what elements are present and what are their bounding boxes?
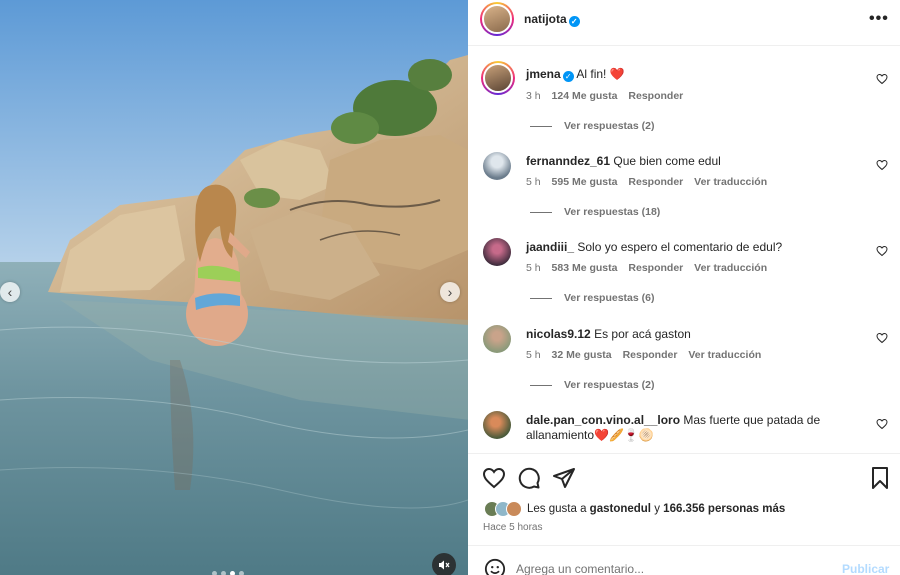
reply-button[interactable]: Responder	[623, 349, 678, 361]
comment-likes[interactable]: 595 Me gusta	[552, 176, 618, 188]
mute-toggle-button[interactable]	[432, 553, 456, 575]
post-actions: Les gusta a gastonedul y 166.356 persona…	[468, 453, 900, 545]
likes-text: Les gusta a gastonedul y 166.356 persona…	[527, 503, 786, 515]
next-slide-button[interactable]: ›	[440, 282, 460, 302]
carousel-dot	[221, 571, 226, 575]
translate-button[interactable]: Ver traducción	[688, 349, 761, 361]
comment-text: jaandiii_ Solo yo espero el comentario d…	[526, 240, 861, 255]
emoji-button[interactable]	[484, 558, 506, 575]
replies-divider	[530, 297, 552, 299]
add-comment-bar: Publicar	[468, 545, 900, 575]
chevron-right-icon: ›	[447, 284, 453, 300]
bookmark-icon	[872, 467, 888, 489]
comment-meta: 5 h 583 Me gusta Responder Ver traducció…	[526, 262, 775, 274]
more-options-button[interactable]: •••	[869, 10, 889, 28]
other-likers-link[interactable]: 166.356 personas más	[663, 503, 785, 515]
publish-button[interactable]: Publicar	[842, 562, 889, 575]
owner-username[interactable]: natijota ✓	[524, 12, 580, 27]
owner-avatar[interactable]	[480, 2, 514, 36]
media-image	[0, 0, 468, 575]
comment-likes[interactable]: 124 Me gusta	[552, 90, 618, 102]
reply-button[interactable]: Responder	[628, 262, 683, 274]
comment-body: Solo yo espero el comentario de edul?	[577, 240, 783, 254]
comment-body: Que bien come edul	[613, 154, 721, 168]
comment-like-button[interactable]	[876, 332, 888, 347]
heart-icon	[876, 159, 888, 171]
comment-avatar[interactable]	[483, 325, 511, 353]
reply-button[interactable]: Responder	[628, 176, 683, 188]
translate-button[interactable]: Ver traducción	[694, 262, 767, 274]
comment-username[interactable]: nicolas9.12	[526, 327, 591, 341]
comment-input[interactable]	[516, 562, 816, 575]
heart-icon	[876, 245, 888, 257]
comment-time: 3 h	[526, 90, 541, 102]
comment-time: 5 h	[526, 349, 541, 361]
view-replies-button[interactable]: Ver respuestas (2)	[530, 379, 654, 391]
comment-meta: 5 h 32 Me gusta Responder Ver traducción	[526, 349, 769, 361]
comment-username[interactable]: jaandiii_	[526, 240, 574, 254]
comment-meta: 3 h 124 Me gusta Responder	[526, 90, 691, 102]
comment-text: dale.pan_con.vino.al__loro Mas fuerte qu…	[526, 413, 861, 443]
heart-icon	[482, 467, 506, 489]
comment-meta: 5 h 595 Me gusta Responder Ver traducció…	[526, 176, 775, 188]
heart-icon	[876, 73, 888, 85]
comment-avatar[interactable]	[481, 61, 515, 95]
post-side-panel: natijota ✓ ••• jmena ✓ Al fin! ❤️ 3 h 124 …	[468, 0, 900, 575]
comment-like-button[interactable]	[876, 245, 888, 260]
more-options-icon: •••	[869, 10, 889, 27]
comment-like-button[interactable]	[876, 73, 888, 88]
comment-avatar[interactable]	[483, 238, 511, 266]
carousel-dot	[230, 571, 235, 575]
verified-badge-icon: ✓	[568, 16, 580, 27]
verified-badge-icon: ✓	[562, 71, 574, 82]
comment-likes[interactable]: 32 Me gusta	[552, 349, 612, 361]
carousel-indicator	[212, 571, 244, 575]
comment-likes[interactable]: 583 Me gusta	[552, 262, 618, 274]
replies-divider	[530, 211, 552, 213]
comment-text: jmena ✓ Al fin! ❤️	[526, 67, 861, 82]
muted-speaker-icon	[439, 560, 450, 570]
view-replies-button[interactable]: Ver respuestas (18)	[530, 206, 660, 218]
heart-icon	[876, 418, 888, 430]
post-timestamp[interactable]: Hace 5 horas	[483, 522, 542, 533]
post-header: natijota ✓ •••	[468, 0, 900, 46]
view-replies-button[interactable]: Ver respuestas (6)	[530, 292, 654, 304]
carousel-dot	[212, 571, 217, 575]
reply-button[interactable]: Responder	[628, 90, 683, 102]
post-media[interactable]: ‹ ›	[0, 0, 468, 575]
comment-button[interactable]	[517, 466, 541, 490]
comment-like-button[interactable]	[876, 418, 888, 433]
share-icon	[553, 468, 575, 488]
like-button[interactable]	[482, 466, 506, 490]
view-replies-button[interactable]: Ver respuestas (2)	[530, 120, 654, 132]
comment-avatar[interactable]	[483, 411, 511, 439]
comment-like-button[interactable]	[876, 159, 888, 174]
comment-username[interactable]: fernanndez_61	[526, 154, 610, 168]
save-button[interactable]	[868, 466, 892, 490]
previous-slide-button[interactable]: ‹	[0, 282, 20, 302]
replies-divider	[530, 125, 552, 127]
comment-time: 5 h	[526, 262, 541, 274]
comment-username[interactable]: jmena	[526, 67, 561, 81]
comment-text: fernanndez_61 Que bien come edul	[526, 154, 861, 169]
translate-button[interactable]: Ver traducción	[694, 176, 767, 188]
comment-body: Es por acá gaston	[594, 327, 691, 341]
likes-summary[interactable]: Les gusta a gastonedul y 166.356 persona…	[484, 501, 785, 517]
comment-time: 5 h	[526, 176, 541, 188]
comments-list[interactable]: jmena ✓ Al fin! ❤️ 3 h 124 Me gusta Respo…	[468, 47, 900, 453]
replies-divider	[530, 384, 552, 386]
liker-avatar	[506, 501, 522, 517]
carousel-dot	[239, 571, 244, 575]
first-liker-username[interactable]: gastonedul	[590, 503, 651, 515]
comment-icon	[518, 467, 540, 489]
comment-username[interactable]: dale.pan_con.vino.al__loro	[526, 413, 680, 427]
emoji-icon	[484, 558, 506, 575]
comment-avatar[interactable]	[483, 152, 511, 180]
comment-body: Al fin! ❤️	[576, 67, 625, 81]
share-button[interactable]	[552, 466, 576, 490]
comment-text: nicolas9.12 Es por acá gaston	[526, 327, 861, 342]
heart-icon	[876, 332, 888, 344]
chevron-left-icon: ‹	[7, 284, 13, 300]
